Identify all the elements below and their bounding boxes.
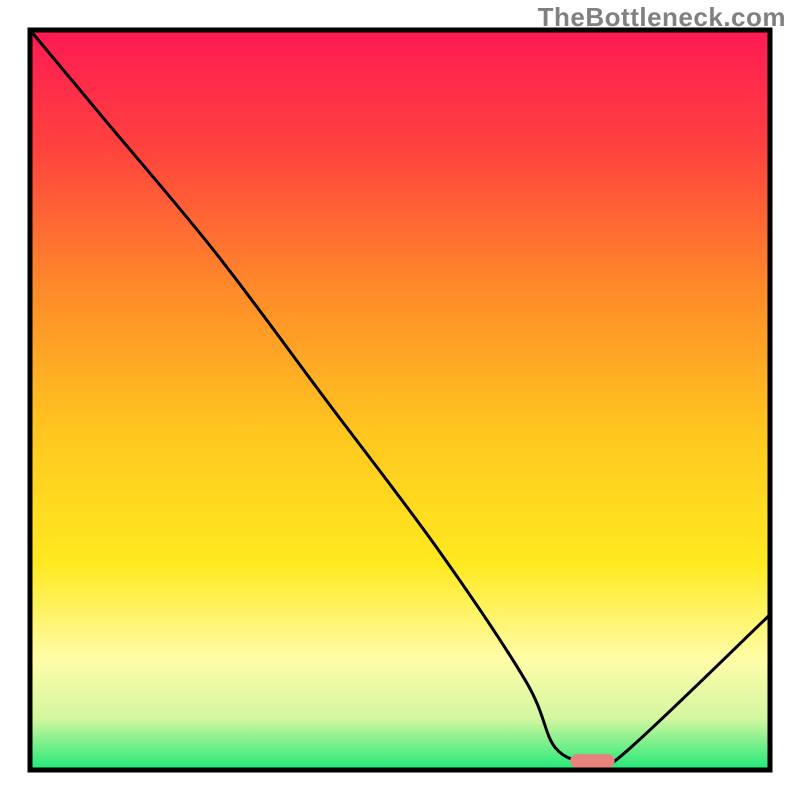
optimal-range-marker <box>570 754 614 768</box>
gradient-background <box>30 30 770 770</box>
watermark-text: TheBottleneck.com <box>538 2 786 33</box>
bottleneck-chart <box>0 0 800 800</box>
chart-container: TheBottleneck.com <box>0 0 800 800</box>
